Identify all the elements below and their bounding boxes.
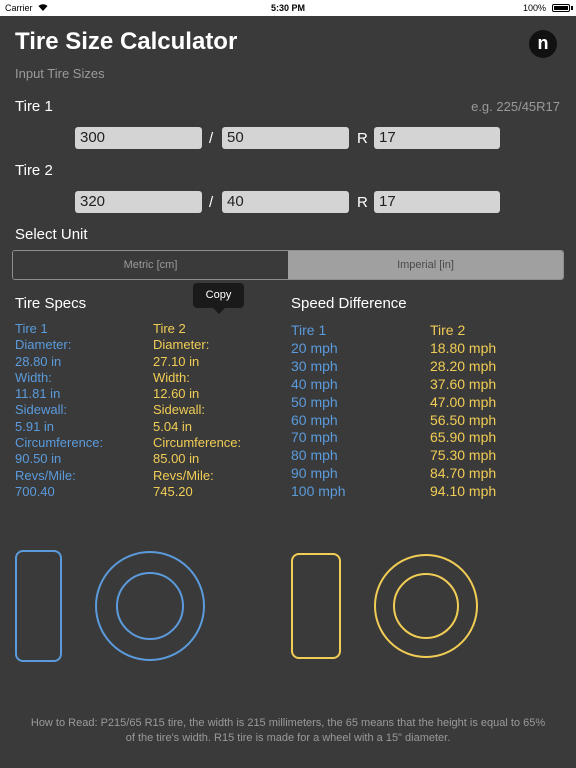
tire2-slash: / xyxy=(209,194,214,211)
tire2-front-view-rim xyxy=(393,573,459,639)
unit-option-metric[interactable]: Metric [cm] xyxy=(13,251,288,279)
spec-line: Circumference: xyxy=(15,435,104,451)
battery-icon xyxy=(552,4,570,12)
tire1-front-view-outer xyxy=(95,551,205,661)
tire1-rim-label: R xyxy=(357,130,368,147)
tire2-rim-label: R xyxy=(357,194,368,211)
spec-line: Width: xyxy=(15,369,52,385)
spec-line: Diameter: xyxy=(153,337,210,353)
spec-line: Diameter: xyxy=(15,337,72,353)
tire2-specs-column: Tire 2 Diameter: 27.10 in Width: 12.60 i… xyxy=(153,321,241,500)
tire1-label: Tire 1 xyxy=(15,98,53,115)
spec-line: 11.81 in xyxy=(15,386,61,402)
speed-line: 84.70 mph xyxy=(430,465,497,482)
tire1-rim-input[interactable]: 17 xyxy=(374,127,500,149)
speed-line: 37.60 mph xyxy=(430,375,497,392)
spec-line: 90.50 in xyxy=(15,451,62,467)
tire1-slash: / xyxy=(209,130,214,147)
spec-line: Tire 2 xyxy=(153,321,186,336)
speed-line: 70 mph xyxy=(291,429,338,446)
speed-line: 47.00 mph xyxy=(430,393,497,410)
speed-line: 20 mph xyxy=(291,339,338,356)
speed-line: 75.30 mph xyxy=(430,447,497,464)
spec-line: 27.10 in xyxy=(153,353,200,369)
tire2-rim-input[interactable]: 17 xyxy=(374,191,500,213)
speed-line: 18.80 mph xyxy=(430,339,497,356)
tire1-specs-column: Tire 1 Diameter: 28.80 in Width: 11.81 i… xyxy=(15,321,103,500)
speed-line: 40 mph xyxy=(291,375,338,392)
spec-line: Tire 1 xyxy=(15,321,48,336)
unit-segmented-control: Metric [cm] Imperial [in] xyxy=(12,250,564,280)
tire-specs-title: Tire Specs xyxy=(15,295,87,312)
battery-percent: 100% xyxy=(522,3,546,13)
tire1-front-view-rim xyxy=(116,572,184,640)
status-bar: Carrier 5:30 PM 100% xyxy=(0,0,576,16)
spec-line: 85.00 in xyxy=(153,451,200,467)
speed-line: 56.50 mph xyxy=(430,411,497,428)
speed-line: 94.10 mph xyxy=(430,483,497,500)
select-unit-label: Select Unit xyxy=(15,226,88,243)
speed-line: 65.90 mph xyxy=(430,429,497,446)
speed-tire2-column: Tire 2 18.80 mph 28.20 mph 37.60 mph 47.… xyxy=(430,322,496,501)
speed-line: 60 mph xyxy=(291,411,338,428)
page-title: Tire Size Calculator xyxy=(15,28,238,55)
speed-line: Tire 1 xyxy=(291,322,327,338)
tire-diagrams xyxy=(15,550,478,662)
spec-line: 5.91 in xyxy=(15,418,55,434)
spec-line: Revs/Mile: xyxy=(153,467,214,483)
tire2-front-view-outer xyxy=(374,554,478,658)
battery-tip xyxy=(571,6,573,10)
speed-line: 90 mph xyxy=(291,465,338,482)
speed-line: 80 mph xyxy=(291,447,338,464)
tooltip-arrow xyxy=(213,308,225,314)
speed-line: 28.20 mph xyxy=(430,357,497,374)
app-logo-button[interactable]: n xyxy=(529,30,557,58)
spec-line: Sidewall: xyxy=(153,402,206,418)
spec-line: Circumference: xyxy=(153,435,242,451)
tire1-width-input[interactable]: 300 xyxy=(75,127,202,149)
tire1-aspect-input[interactable]: 50 xyxy=(222,127,349,149)
spec-line: 12.60 in xyxy=(153,386,200,402)
unit-option-imperial[interactable]: Imperial [in] xyxy=(288,251,563,279)
spec-line: Sidewall: xyxy=(15,402,68,418)
tire1-side-view xyxy=(15,550,62,662)
tire2-width-input[interactable]: 320 xyxy=(75,191,202,213)
speed-line: 50 mph xyxy=(291,393,338,410)
speed-tire1-column: Tire 1 20 mph 30 mph 40 mph 50 mph 60 mp… xyxy=(291,322,345,501)
spec-line: 28.80 in xyxy=(15,353,62,369)
spec-line: Revs/Mile: xyxy=(15,467,76,483)
page-subtitle: Input Tire Sizes xyxy=(15,66,105,81)
tire2-side-view xyxy=(291,553,341,659)
how-to-read-note: How to Read: P215/65 R15 tire, the width… xyxy=(30,717,546,744)
format-hint: e.g. 225/45R17 xyxy=(471,99,560,114)
spec-line: 5.04 in xyxy=(153,418,193,434)
tire2-aspect-input[interactable]: 40 xyxy=(222,191,349,213)
clock: 5:30 PM xyxy=(270,3,305,13)
speed-line: 30 mph xyxy=(291,357,338,374)
speed-difference-title: Speed Difference xyxy=(291,295,407,312)
copy-tooltip[interactable]: Copy xyxy=(193,283,244,308)
speed-line: 100 mph xyxy=(291,483,346,500)
spec-line: Width: xyxy=(153,369,190,385)
spec-line: 745.20 xyxy=(153,483,193,499)
speed-line: Tire 2 xyxy=(430,322,466,338)
spec-line: 700.40 xyxy=(15,483,55,499)
tire2-label: Tire 2 xyxy=(15,162,53,179)
